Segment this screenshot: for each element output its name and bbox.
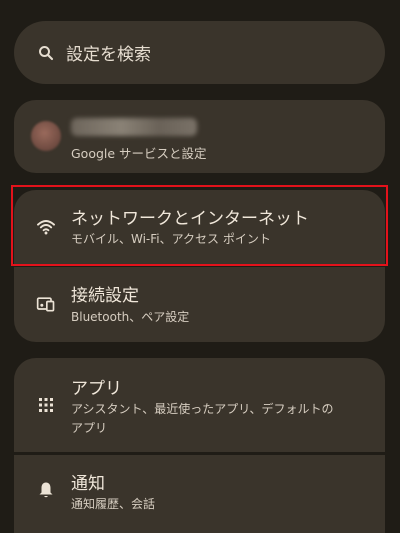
- google-account-card[interactable]: Google サービスと設定: [14, 100, 385, 173]
- network-subtitle: モバイル、Wi-Fi、アクセス ポイント: [71, 232, 271, 246]
- network-title: ネットワークとインターネット: [71, 209, 309, 229]
- notifications-title: 通知: [71, 474, 105, 494]
- avatar: [31, 121, 61, 151]
- connected-devices-icon: [36, 294, 56, 314]
- apps-title: アプリ: [71, 379, 122, 399]
- notifications-subtitle: 通知履歴、会話: [71, 497, 156, 511]
- search-placeholder: 設定を検索: [66, 45, 151, 65]
- account-name-blurred: [71, 118, 197, 136]
- apps-grid-icon: [36, 395, 56, 415]
- apps-subtitle-line2: アプリ: [71, 421, 108, 435]
- account-subtitle: Google サービスと設定: [71, 146, 207, 161]
- connected-devices-subtitle: Bluetooth、ペア設定: [71, 310, 190, 324]
- settings-group-connectivity: ネットワークとインターネット モバイル、Wi-Fi、アクセス ポイント 接続設定…: [14, 190, 385, 342]
- settings-group-apps: アプリ アシスタント、最近使ったアプリ、デフォルトの アプリ 通知 通知履歴、会…: [14, 358, 385, 533]
- settings-item-notifications[interactable]: 通知 通知履歴、会話: [14, 455, 385, 533]
- bell-icon: [36, 480, 56, 500]
- apps-subtitle-line1: アシスタント、最近使ったアプリ、デフォルトの: [71, 402, 334, 416]
- settings-item-network[interactable]: ネットワークとインターネット モバイル、Wi-Fi、アクセス ポイント: [14, 190, 385, 264]
- connected-devices-title: 接続設定: [71, 286, 139, 306]
- search-bar[interactable]: 設定を検索: [14, 21, 385, 84]
- settings-item-connected-devices[interactable]: 接続設定 Bluetooth、ペア設定: [14, 267, 385, 342]
- settings-item-apps[interactable]: アプリ アシスタント、最近使ったアプリ、デフォルトの アプリ: [14, 358, 385, 452]
- search-icon: [36, 43, 56, 63]
- settings-screen: 設定を検索 Google サービスと設定 ネットワークとインターネット モバイル…: [0, 0, 400, 533]
- wifi-icon: [36, 217, 56, 237]
